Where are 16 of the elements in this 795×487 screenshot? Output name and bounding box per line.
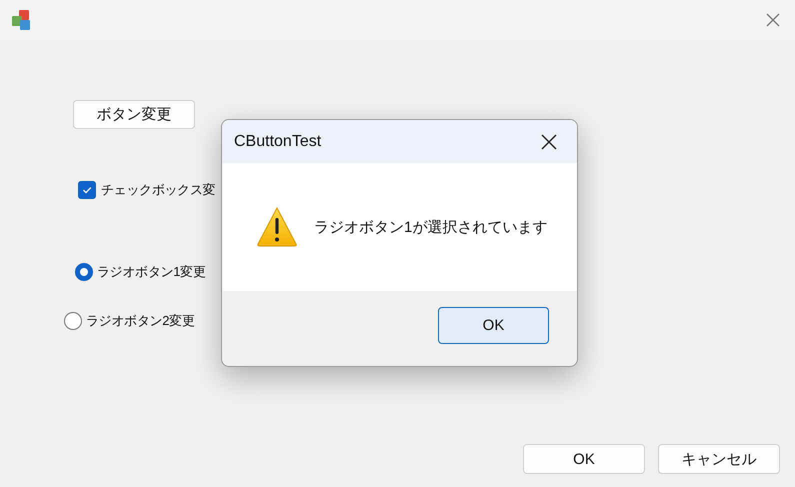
cubes-icon <box>10 9 32 31</box>
checkbox[interactable] <box>78 181 96 199</box>
ok-button[interactable]: OK <box>438 307 549 344</box>
warning-icon <box>256 206 298 248</box>
message-text: ラジオボタン1が選択されています <box>314 218 548 236</box>
check-icon <box>81 184 93 196</box>
radio-label: ラジオボタン1変更 <box>97 263 206 281</box>
close-icon[interactable] <box>541 134 557 150</box>
radio-label: ラジオボタン2変更 <box>86 312 195 330</box>
dialog-title: CButtonTest <box>234 132 322 150</box>
cancel-button[interactable]: キャンセル <box>658 444 780 474</box>
change-button[interactable]: ボタン変更 <box>73 100 195 129</box>
ok-button[interactable]: OK <box>523 444 645 474</box>
checkbox-label: チェックボックス変 <box>101 181 216 199</box>
radio-button[interactable] <box>75 263 93 281</box>
radio-button[interactable] <box>64 312 82 330</box>
